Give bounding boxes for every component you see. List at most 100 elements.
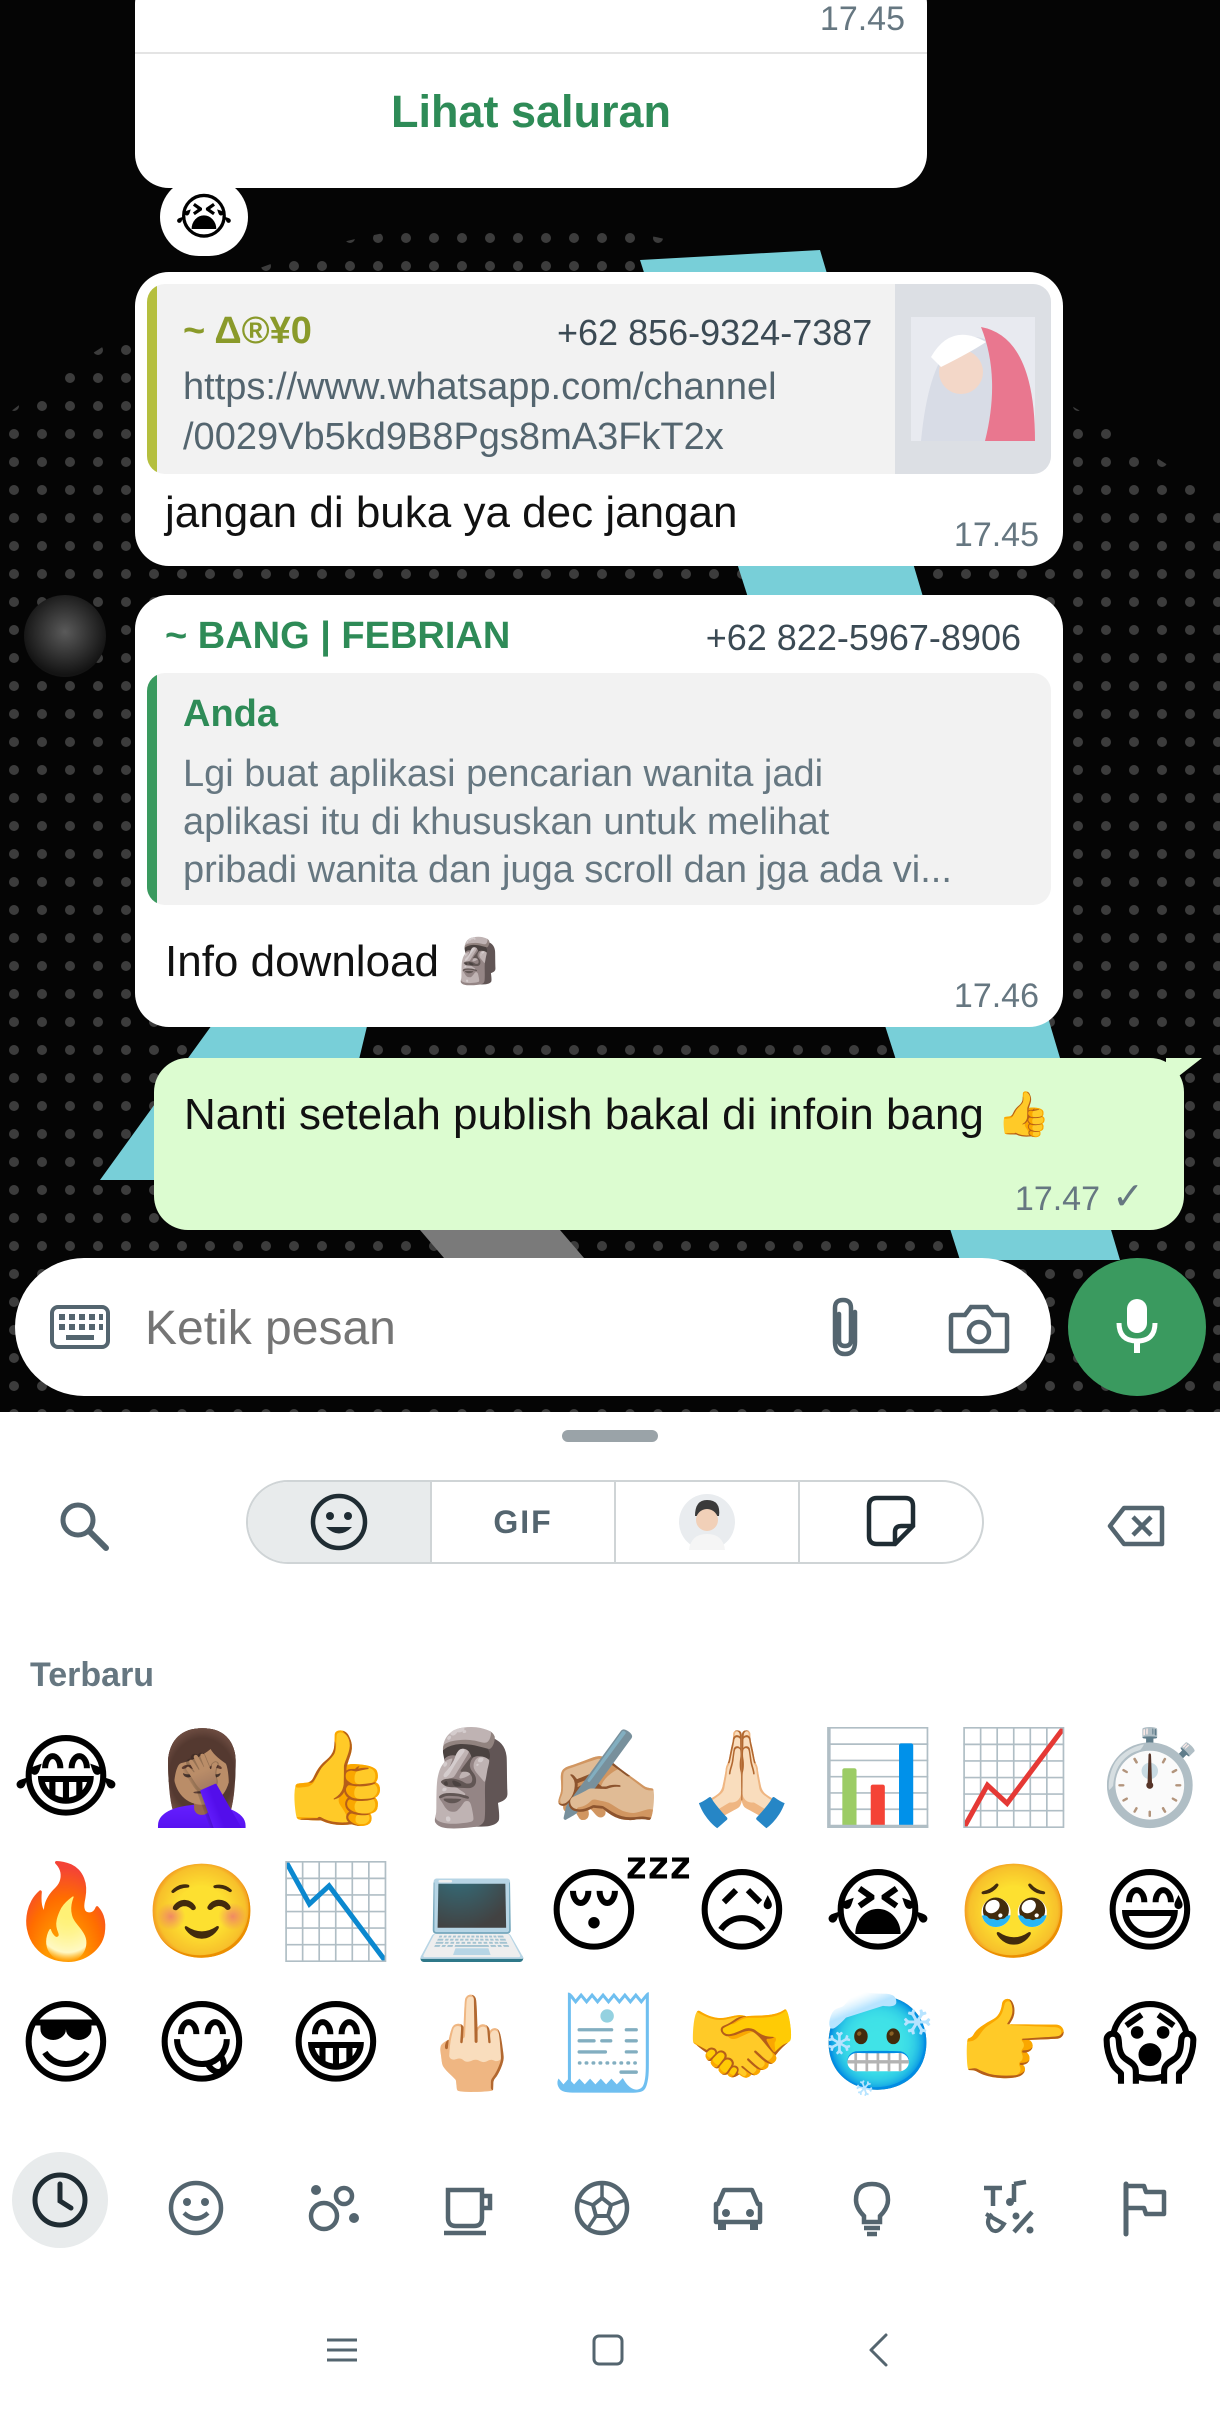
link-message-bubble[interactable]: ~ Δ®¥0 +62 856-9324-7387 https://www.wha… xyxy=(135,272,1063,566)
backspace-icon[interactable] xyxy=(1096,1486,1176,1566)
emoji-key[interactable]: 😴 xyxy=(546,1852,694,1972)
sender-phone: +62 856-9324-7387 xyxy=(557,312,873,353)
emoji-key[interactable]: 📉 xyxy=(276,1852,396,1972)
emoji-key[interactable]: 😭 xyxy=(818,1852,938,1972)
emoji-key[interactable]: ⏱️ xyxy=(1090,1718,1210,1838)
emoji-key[interactable]: 📈 xyxy=(954,1718,1074,1838)
message-time: 17.45 xyxy=(953,516,1039,554)
category-symbols-icon[interactable] xyxy=(958,2158,1058,2258)
emoji-key[interactable]: 🤦🏽‍♀️ xyxy=(142,1718,262,1838)
category-smileys-icon[interactable] xyxy=(146,2158,246,2258)
tab-gif[interactable]: GIF xyxy=(432,1482,616,1562)
emoji-key[interactable]: 😂 xyxy=(6,1718,126,1838)
emoji-key[interactable]: 🧾 xyxy=(546,1984,666,2104)
emoji-key[interactable]: 🔥 xyxy=(6,1852,126,1972)
emoji-key[interactable]: 😱 xyxy=(1090,1984,1210,2104)
emoji-key[interactable]: 🙏🏻 xyxy=(682,1718,802,1838)
message-text: Nanti setelah publish bakal di infoin ba… xyxy=(184,1088,1051,1140)
keyboard-toggle-icon[interactable] xyxy=(45,1292,115,1362)
mic-button[interactable] xyxy=(1068,1258,1206,1396)
emoji-key[interactable]: 💻 xyxy=(412,1852,532,1972)
home-nav-icon[interactable] xyxy=(568,2310,648,2390)
message-time: 17.45 xyxy=(819,0,905,38)
recent-emoji-grid: 😂 🤦🏽‍♀️ 👍 🗿 ✍🏼 🙏🏻 📊 📈 ⏱️ 🔥 ☺️ 📉 💻 😴 😥 😭 🥹 😅 😎 😋 😁 🖕🏻 🧾 🤝 🥶 👉 😱 xyxy=(0,1718,1220,2132)
emoji-key[interactable]: 😎 xyxy=(6,1984,126,2104)
message-text-body: Nanti setelah publish bakal di infoin ba… xyxy=(184,1090,984,1139)
chat-area[interactable]: 17.45 Lihat saluran 😭 ~ Δ®¥0 +62 856-932… xyxy=(0,0,1220,1412)
sender-phone: +62 822-5967-8906 xyxy=(705,617,1021,658)
menu-nav-icon[interactable] xyxy=(302,2310,382,2390)
tab-sticker[interactable] xyxy=(800,1482,982,1562)
link-thumbnail xyxy=(895,284,1051,474)
message-time: 17.46 xyxy=(953,977,1039,1015)
reply-message-bubble[interactable]: ~ BANG | FEBRIAN +62 822-5967-8906 Anda … xyxy=(135,595,1063,1027)
emoji-key[interactable]: 😁 xyxy=(276,1984,396,2104)
quote-bar xyxy=(147,673,157,905)
reaction-emoji: 😭 xyxy=(174,188,234,246)
category-animals-icon[interactable] xyxy=(282,2158,382,2258)
message-input[interactable] xyxy=(143,1288,707,1368)
emoji-key[interactable]: 🤝 xyxy=(682,1984,802,2104)
sender-name[interactable]: ~ BANG | FEBRIAN xyxy=(165,615,510,658)
quoted-message[interactable]: Anda Lgi buat aplikasi pencarian wanita … xyxy=(147,673,1051,905)
emoji-search-icon[interactable] xyxy=(44,1486,124,1566)
sender-name: ~ Δ®¥0 xyxy=(183,310,312,352)
outgoing-message-bubble[interactable]: Nanti setelah publish bakal di infoin ba… xyxy=(154,1058,1184,1230)
emoji-key[interactable]: 👍 xyxy=(276,1718,396,1838)
emoji-key[interactable]: 🗿 xyxy=(412,1718,532,1838)
view-channel-button[interactable]: Lihat saluran xyxy=(135,66,927,158)
sent-check-icon: ✓ xyxy=(1112,1174,1144,1218)
emoji-key[interactable]: 🥹 xyxy=(954,1852,1074,1972)
sticker-icon xyxy=(866,1495,916,1547)
panel-drag-handle[interactable] xyxy=(562,1430,658,1442)
camera-icon[interactable] xyxy=(939,1288,1019,1368)
attach-icon[interactable] xyxy=(805,1288,885,1368)
quoted-text-line-1: Lgi buat aplikasi pencarian wanita jadi xyxy=(183,753,824,795)
quote-bar xyxy=(147,284,157,474)
message-time: 17.47 xyxy=(1014,1180,1100,1218)
clock-icon xyxy=(32,2172,88,2228)
message-text: jangan di buka ya dec jangan xyxy=(165,488,738,537)
gif-label: GIF xyxy=(493,1503,553,1540)
emoji-key[interactable]: ☺️ xyxy=(142,1852,262,1972)
tab-avatar[interactable] xyxy=(616,1482,800,1562)
category-activities-icon[interactable] xyxy=(552,2158,652,2258)
emoji-key[interactable]: 🖕🏻 xyxy=(412,1984,532,2104)
category-travel-icon[interactable] xyxy=(688,2158,788,2258)
avatar-icon xyxy=(679,1494,735,1550)
emoji-key[interactable]: 😅 xyxy=(1090,1852,1210,1972)
tab-emoji[interactable] xyxy=(248,1482,432,1562)
quoted-text-line-3: pribadi wanita dan juga scroll dan jga a… xyxy=(183,849,952,891)
message-reaction[interactable]: 😭 xyxy=(160,178,248,256)
message-text: Info download 🗿 xyxy=(165,935,506,987)
back-nav-icon[interactable] xyxy=(838,2310,918,2390)
message-composer xyxy=(15,1258,1051,1396)
category-objects-icon[interactable] xyxy=(822,2158,922,2258)
moai-emoji: 🗿 xyxy=(451,936,507,987)
emoji-panel-tabs: GIF xyxy=(246,1480,984,1564)
link-line-2: /0029Vb5kd9B8Pgs8mA3FkT2x xyxy=(183,416,724,458)
emoji-key[interactable]: 👉 xyxy=(954,1984,1074,2104)
channel-card-bubble: 17.45 Lihat saluran xyxy=(135,0,927,188)
divider xyxy=(135,52,927,54)
message-text-body: Info download xyxy=(165,937,439,986)
category-food-icon[interactable] xyxy=(418,2158,518,2258)
mic-icon xyxy=(1116,1299,1158,1353)
link-preview[interactable]: ~ Δ®¥0 +62 856-9324-7387 https://www.wha… xyxy=(147,284,1051,474)
section-title: Terbaru xyxy=(30,1656,155,1694)
smiley-icon xyxy=(310,1493,368,1551)
quoted-text-line-2: aplikasi itu di khususkan untuk melihat xyxy=(183,801,830,843)
bubble-tail xyxy=(1166,1058,1202,1086)
emoji-key[interactable]: 😋 xyxy=(142,1984,262,2104)
emoji-key[interactable]: 😥 xyxy=(682,1852,802,1972)
anime-thumbnail-icon xyxy=(911,317,1035,441)
emoji-key[interactable]: ✍🏼 xyxy=(546,1718,666,1838)
thumbs-up-emoji: 👍 xyxy=(996,1089,1051,1140)
emoji-key[interactable]: 📊 xyxy=(818,1718,938,1838)
category-flags-icon[interactable] xyxy=(1094,2158,1194,2258)
quoted-author: Anda xyxy=(183,693,278,735)
category-recent-tab[interactable] xyxy=(12,2152,108,2248)
link-line-1: https://www.whatsapp.com/channel xyxy=(183,366,777,408)
avatar[interactable] xyxy=(24,595,106,677)
emoji-key[interactable]: 🥶 xyxy=(818,1984,938,2104)
